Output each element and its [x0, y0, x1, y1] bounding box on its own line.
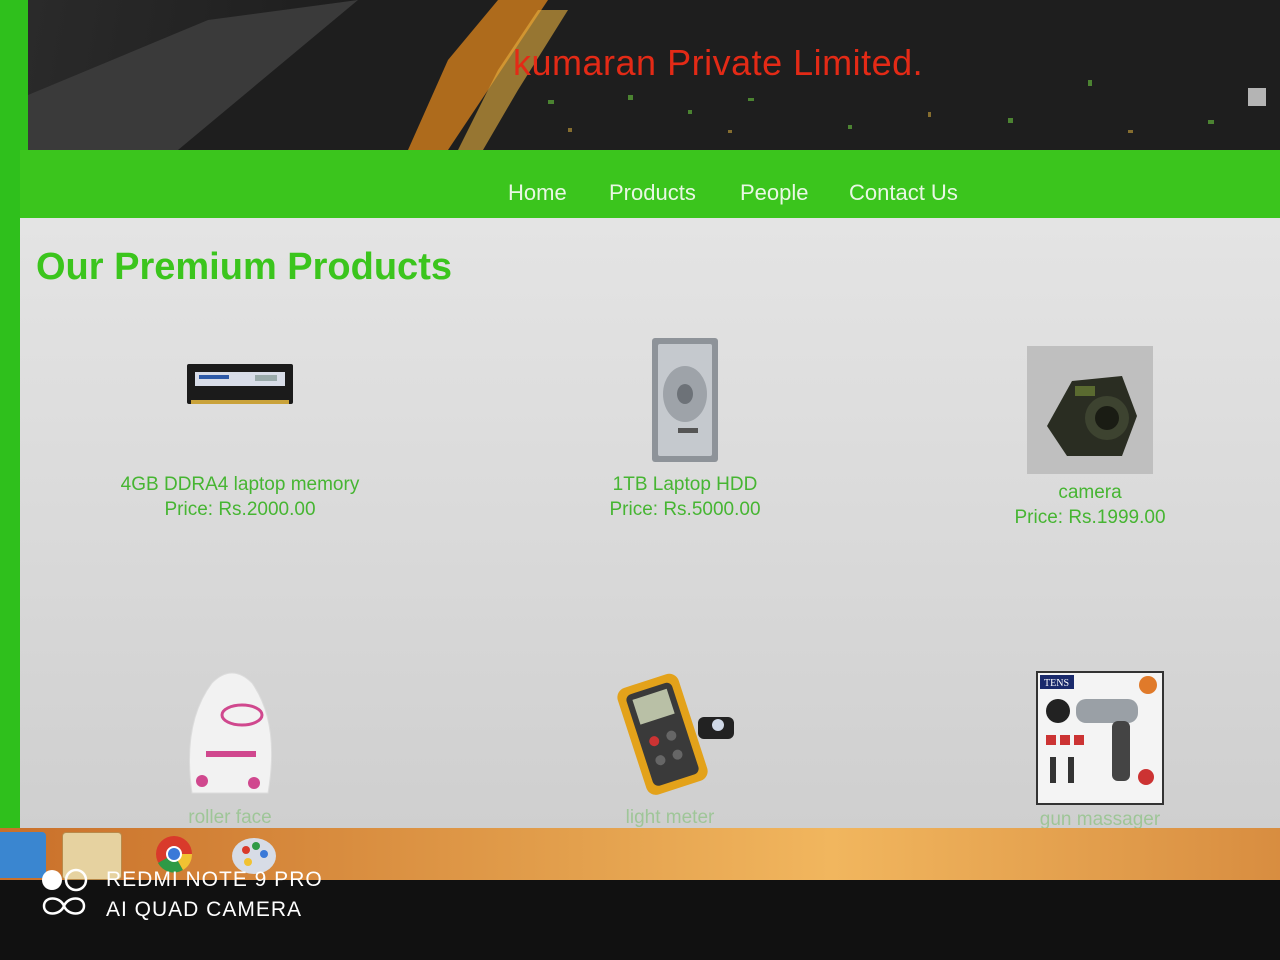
- product-card[interactable]: 4GB DDRA4 laptop memory Price: Rs.2000.0…: [90, 358, 390, 522]
- tens-badge-text: TENS: [1044, 678, 1069, 689]
- camera-image[interactable]: [1027, 346, 1153, 474]
- browser-screen: kumaran Private Limited. Home Products P…: [0, 0, 1280, 880]
- nav-contact-us[interactable]: Contact Us: [849, 180, 958, 206]
- product-price: Price: Rs.5000.00: [609, 499, 761, 520]
- products-section: Our Premium Products 4GB DDRA4 laptop me…: [20, 218, 1280, 830]
- dual-circle-logo-icon: [42, 868, 88, 915]
- product-name: roller face: [188, 807, 272, 828]
- product-card[interactable]: light meter: [570, 663, 770, 830]
- nav-people[interactable]: People: [740, 180, 809, 206]
- camera-watermark: REDMI NOTE 9 PRO AI QUAD CAMERA: [40, 868, 322, 923]
- gun-massager-image[interactable]: TENS: [1036, 671, 1164, 805]
- product-name: light meter: [625, 807, 715, 828]
- watermark-model: REDMI NOTE 9 PRO: [106, 868, 323, 891]
- nav-products[interactable]: Products: [609, 180, 696, 206]
- light-meter-image[interactable]: [600, 663, 740, 803]
- product-card[interactable]: 1TB Laptop HDD Price: Rs.5000.00: [560, 336, 810, 522]
- product-card[interactable]: camera Price: Rs.1999.00: [980, 346, 1200, 530]
- product-name: camera: [1058, 482, 1122, 503]
- product-name: 4GB DDRA4 laptop memory: [120, 474, 360, 495]
- product-price: Price: Rs.1999.00: [1014, 507, 1166, 528]
- product-card[interactable]: roller face: [130, 663, 330, 830]
- watermark-camera: AI QUAD CAMERA: [106, 898, 303, 921]
- nav-home[interactable]: Home: [508, 180, 567, 206]
- hard-drive-image[interactable]: [650, 336, 720, 464]
- product-price: Price: Rs.2000.00: [164, 499, 316, 520]
- company-name: kumaran Private Limited.: [513, 42, 924, 83]
- header-banner: kumaran Private Limited.: [28, 0, 1280, 150]
- ram-module-image[interactable]: [185, 358, 295, 408]
- product-name: 1TB Laptop HDD: [612, 474, 758, 495]
- face-roller-image[interactable]: [162, 663, 298, 803]
- product-card[interactable]: TENS gun massager: [1000, 671, 1200, 832]
- page-title: Our Premium Products: [36, 246, 452, 288]
- main-navigation: Home Products People Contact Us: [20, 150, 1280, 218]
